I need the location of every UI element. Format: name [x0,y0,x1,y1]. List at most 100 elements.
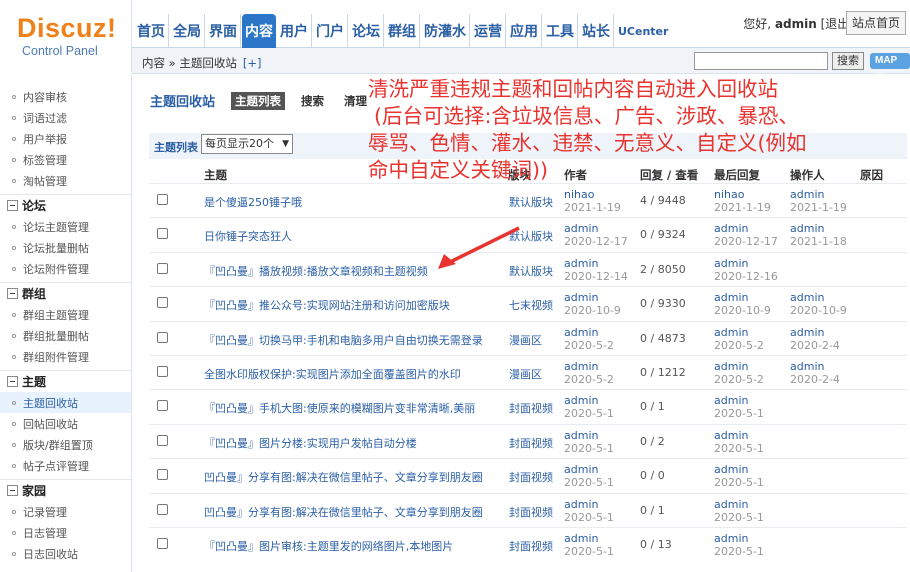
author-link[interactable]: admin [564,326,614,339]
author-link[interactable]: admin [564,394,614,407]
topic-subject-link[interactable]: 『凹凸曼』推公众号:实现网站注册和访问加密版块 [204,297,450,313]
collapse-icon[interactable] [7,200,18,211]
last-reply-user[interactable]: admin [714,360,764,373]
collapse-icon[interactable] [7,288,18,299]
forum-link[interactable]: 封面视频 [509,435,553,451]
row-checkbox[interactable] [157,538,168,549]
nav-11[interactable]: 工具 [543,14,578,48]
topic-subject-link[interactable]: 凹凸曼』分享有图:解决在微信里帖子、文章分享到朋友圈 [204,469,483,485]
nav-9[interactable]: 运营 [471,14,506,48]
forum-link[interactable]: 漫画区 [509,366,542,382]
sidebar-group[interactable]: 主题 [0,370,131,392]
sidebar-item[interactable]: 论坛附件管理 [0,258,131,279]
per-page-select[interactable]: 每页显示20个 ▼ [201,134,293,154]
forum-link[interactable]: 封面视频 [509,400,553,416]
last-reply-user[interactable]: admin [714,532,764,545]
nav-1[interactable]: 全局 [170,14,205,48]
operator-user[interactable]: admin [790,326,840,339]
sidebar-item[interactable]: 用户举报 [0,128,131,149]
operator-user[interactable]: admin [790,188,847,201]
row-checkbox[interactable] [157,400,168,412]
nav-4[interactable]: 用户 [277,14,312,48]
search-input[interactable] [694,52,828,70]
topic-subject-link[interactable]: 是个傻逼250锤子哦 [204,194,302,210]
topic-subject-link[interactable]: 『凹凸曼』图片分楼:实现用户发帖自动分楼 [204,435,417,451]
site-home-button[interactable]: 站点首页 [845,11,906,35]
sidebar-item[interactable]: 群组主题管理 [0,304,131,325]
sidebar-item[interactable]: 日志管理 [0,522,131,543]
sidebar-item[interactable]: 日志回收站 [0,543,131,564]
forum-link[interactable]: 漫画区 [509,332,542,348]
topic-subject-link[interactable]: 『凹凸曼』手机大图:使原来的模糊图片变非常清晰,美丽 [204,400,475,416]
last-reply-user[interactable]: nihao [714,188,771,201]
logo[interactable]: Discuz! Control Panel [0,0,132,72]
operator-user[interactable]: admin [790,291,847,304]
topic-subject-link[interactable]: 全图水印版权保护:实现图片添加全面覆盖图片的水印 [204,366,461,382]
topic-subject-link[interactable]: 『凹凸曼』切换马甲:手机和电脑多用户自由切换无需登录 [204,332,483,348]
map-button[interactable]: MAP ▼ [870,53,910,82]
nav-8[interactable]: 防灌水 [421,14,470,48]
sidebar-item[interactable]: 内容审核 [0,86,131,107]
last-reply-user[interactable]: admin [714,429,764,442]
topic-subject-link[interactable]: 『凹凸曼』播放视频:播放文章视频和主题视频 [204,263,428,279]
add-shortcut-link[interactable]: [+] [243,56,262,70]
forum-link[interactable]: 封面视频 [509,469,553,485]
row-checkbox[interactable] [157,297,168,309]
nav-12[interactable]: 站长 [579,14,614,48]
last-reply-user[interactable]: admin [714,326,764,339]
author-link[interactable]: admin [564,291,621,304]
row-checkbox[interactable] [157,228,168,240]
sidebar-item[interactable]: 帖子点评管理 [0,455,131,476]
nav-7[interactable]: 群组 [385,14,420,48]
topic-subject-link[interactable]: 凹凸曼』分享有图:解决在微信里帖子、文章分享到朋友圈 [204,504,483,520]
nav-0[interactable]: 首页 [134,14,169,48]
sidebar-item[interactable]: 淘帖管理 [0,170,131,191]
sidebar-group[interactable]: 群组 [0,282,131,304]
nav-5[interactable]: 门户 [313,14,348,48]
forum-link[interactable]: 封面视频 [509,504,553,520]
sidebar-item[interactable]: 论坛主题管理 [0,216,131,237]
author-link[interactable]: admin [564,532,614,545]
last-reply-user[interactable]: admin [714,222,778,235]
last-reply-user[interactable]: admin [714,291,771,304]
row-checkbox[interactable] [157,366,168,377]
tab-topic-list[interactable]: 主题列表 [231,91,286,110]
author-link[interactable]: admin [564,360,614,373]
sidebar-item[interactable]: 论坛批量删帖 [0,237,131,258]
tab-search[interactable]: 搜索 [297,92,328,110]
operator-user[interactable]: admin [790,222,847,235]
sidebar-item[interactable]: 词语过滤 [0,107,131,128]
sidebar-item[interactable]: 版块/群组置顶 [0,434,131,455]
row-checkbox[interactable] [157,331,168,343]
search-button[interactable]: 搜索 [832,52,864,70]
topic-subject-link[interactable]: 『凹凸曼』图片审核:主题里发的网络图片,本地图片 [204,538,453,554]
author-link[interactable]: admin [564,222,628,235]
author-link[interactable]: admin [564,429,614,442]
author-link[interactable]: admin [564,498,614,511]
forum-link[interactable]: 封面视频 [509,538,553,554]
last-reply-user[interactable]: admin [714,463,764,476]
tab-clean[interactable]: 清理 [340,92,371,110]
sidebar-group[interactable]: 家园 [0,479,131,501]
nav-2[interactable]: 界面 [206,14,241,48]
sidebar-item[interactable]: 记录管理 [0,501,131,522]
sidebar-item[interactable]: 回帖回收站 [0,413,131,434]
operator-user[interactable]: admin [790,360,840,373]
forum-link[interactable]: 七末视频 [509,297,553,313]
sidebar-item[interactable]: 群组附件管理 [0,346,131,367]
sidebar-item[interactable]: 主题回收站 [0,392,131,413]
author-link[interactable]: admin [564,257,628,270]
sidebar-item[interactable]: 标签管理 [0,149,131,170]
nav-13[interactable]: UCenter [615,14,671,48]
sidebar-item[interactable]: 群组批量删帖 [0,325,131,346]
row-checkbox[interactable] [157,503,168,515]
nav-10[interactable]: 应用 [507,14,542,48]
topic-subject-link[interactable]: 日你锤子突态狂人 [204,228,292,244]
last-reply-user[interactable]: admin [714,394,764,407]
author-link[interactable]: admin [564,463,614,476]
row-checkbox[interactable] [157,469,168,481]
sidebar-group[interactable]: 论坛 [0,194,131,216]
collapse-icon[interactable] [7,485,18,496]
row-checkbox[interactable] [157,262,168,274]
author-link[interactable]: nihao [564,188,621,201]
